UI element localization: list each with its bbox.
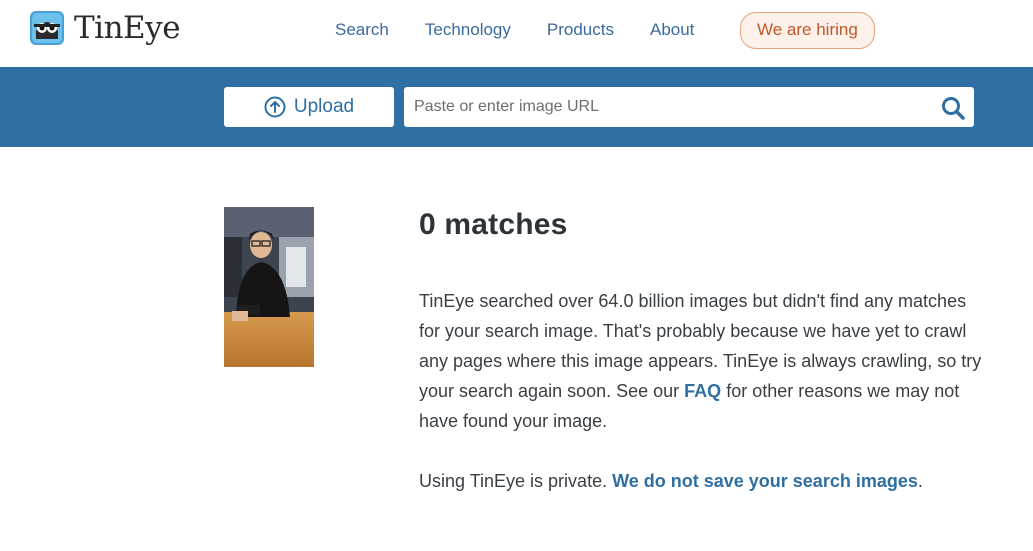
- privacy-note: Using TinEye is private. We do not save …: [419, 466, 989, 496]
- privacy-link[interactable]: We do not save your search images: [612, 471, 918, 491]
- url-search-box: [404, 87, 974, 127]
- faq-link[interactable]: FAQ: [684, 381, 721, 401]
- image-url-input[interactable]: [404, 87, 924, 127]
- nav-about[interactable]: About: [650, 20, 694, 40]
- main-nav: Search Technology Products About We are …: [335, 12, 875, 49]
- match-count-heading: 0 matches: [419, 208, 568, 241]
- tineye-robot-logo-icon: [30, 11, 64, 45]
- result-panel: 0 matches TinEye searched over 64.0 bill…: [419, 208, 989, 496]
- upload-label: Upload: [293, 96, 355, 117]
- nav-technology[interactable]: Technology: [425, 20, 511, 40]
- brand-name: TinEye: [74, 10, 181, 46]
- nav-products[interactable]: Products: [547, 20, 614, 40]
- top-navigation-bar: TinEye Search Technology Products About …: [0, 0, 1033, 67]
- magnifier-icon[interactable]: [940, 95, 966, 121]
- no-match-explanation: TinEye searched over 64.0 billion images…: [419, 286, 989, 436]
- nav-search[interactable]: Search: [335, 20, 389, 40]
- privacy-text-end: .: [917, 471, 923, 491]
- search-image-thumbnail: [224, 207, 314, 367]
- upload-button[interactable]: Upload: [224, 87, 394, 127]
- privacy-text: Using TinEye is private.: [419, 471, 613, 491]
- arrow-up-circle-icon: [264, 96, 286, 118]
- thumbnail-photo: [224, 207, 314, 367]
- tineye-logo[interactable]: TinEye: [28, 9, 181, 47]
- hiring-button[interactable]: We are hiring: [740, 12, 875, 49]
- search-band: Upload: [0, 67, 1033, 147]
